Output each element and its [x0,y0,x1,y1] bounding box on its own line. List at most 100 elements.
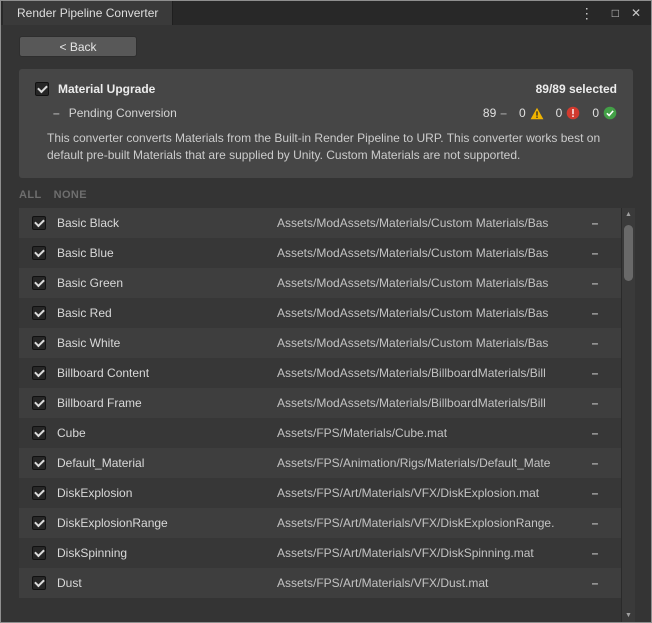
converter-title: Material Upgrade [58,82,155,96]
item-status-minus-icon: – [569,486,621,500]
item-path: Assets/ModAssets/Materials/BillboardMate… [277,396,569,410]
row-checkbox[interactable] [32,276,46,290]
scroll-down-icon[interactable]: ▼ [622,608,635,622]
render-pipeline-converter-window: Render Pipeline Converter ⋮ □ ✕ < Back M… [0,0,652,623]
menu-icon[interactable]: ⋮ [580,6,594,20]
pending-label: Pending Conversion [69,106,177,120]
warning-count-group: 0 [519,106,544,120]
warning-icon [530,107,544,120]
row-checkbox[interactable] [32,396,46,410]
row-checkbox[interactable] [32,246,46,260]
table-row[interactable]: Basic White Assets/ModAssets/Materials/C… [19,328,621,358]
item-name: Dust [57,576,277,590]
item-status-minus-icon: – [569,456,621,470]
table-row[interactable]: Basic Green Assets/ModAssets/Materials/C… [19,268,621,298]
row-checkbox[interactable] [32,516,46,530]
item-status-minus-icon: – [569,306,621,320]
table-row[interactable]: Cube Assets/FPS/Materials/Cube.mat – [19,418,621,448]
item-name: DiskSpinning [57,546,277,560]
warning-count: 0 [519,106,526,120]
back-button[interactable]: < Back [19,36,137,57]
item-status-minus-icon: – [569,576,621,590]
item-status-minus-icon: – [569,216,621,230]
table-row[interactable]: Basic Red Assets/ModAssets/Materials/Cus… [19,298,621,328]
item-status-minus-icon: – [569,276,621,290]
titlebar: Render Pipeline Converter ⋮ □ ✕ [1,1,651,25]
table-row[interactable]: Billboard Frame Assets/ModAssets/Materia… [19,388,621,418]
item-name: Basic Green [57,276,277,290]
list-region: Basic Black Assets/ModAssets/Materials/C… [19,208,635,622]
item-path: Assets/ModAssets/Materials/Custom Materi… [277,336,569,350]
table-row[interactable]: DiskExplosionRange Assets/FPS/Art/Materi… [19,508,621,538]
pending-count: 89 [483,106,496,120]
pending-count-minus-icon: – [500,106,507,120]
success-icon [603,106,617,120]
table-row[interactable]: Default_Material Assets/FPS/Animation/Ri… [19,448,621,478]
scroll-track[interactable] [622,222,635,608]
row-checkbox[interactable] [32,456,46,470]
item-status-minus-icon: – [569,546,621,560]
converter-description: This converter converts Materials from t… [35,130,617,165]
row-checkbox[interactable] [32,546,46,560]
item-path: Assets/ModAssets/Materials/Custom Materi… [277,276,569,290]
item-name: Default_Material [57,456,277,470]
converter-panel: Material Upgrade 89/89 selected – Pendin… [19,69,633,178]
select-all-button[interactable]: ALL [19,189,42,201]
item-status-minus-icon: – [569,246,621,260]
scroll-up-icon[interactable]: ▲ [622,208,635,222]
item-status-minus-icon: – [569,396,621,410]
list-header: ALL NONE [1,178,651,208]
error-count-group: 0 [556,106,581,120]
table-row[interactable]: Billboard Content Assets/ModAssets/Mater… [19,358,621,388]
item-name: Billboard Content [57,366,277,380]
item-path: Assets/FPS/Art/Materials/VFX/DiskExplosi… [277,516,569,530]
table-row[interactable]: DiskSpinning Assets/FPS/Art/Materials/VF… [19,538,621,568]
pending-minus-icon: – [53,106,60,120]
error-icon [566,106,580,120]
item-path: Assets/FPS/Art/Materials/VFX/DiskSpinnin… [277,546,569,560]
row-checkbox[interactable] [32,336,46,350]
selected-summary: 89/89 selected [536,82,617,96]
converter-header-row: Material Upgrade 89/89 selected [35,82,617,96]
item-path: Assets/ModAssets/Materials/Custom Materi… [277,306,569,320]
item-path: Assets/FPS/Materials/Cube.mat [277,426,569,440]
titlebar-controls: ⋮ □ ✕ [570,1,651,25]
item-name: Basic White [57,336,277,350]
table-row[interactable]: Dust Assets/FPS/Art/Materials/VFX/Dust.m… [19,568,621,598]
item-status-minus-icon: – [569,516,621,530]
row-checkbox[interactable] [32,306,46,320]
item-status-minus-icon: – [569,336,621,350]
maximize-icon[interactable]: □ [612,7,619,19]
row-checkbox[interactable] [32,366,46,380]
table-row[interactable]: Basic Black Assets/ModAssets/Materials/C… [19,208,621,238]
item-path: Assets/FPS/Art/Materials/VFX/DiskExplosi… [277,486,569,500]
success-count-group: 0 [592,106,617,120]
row-checkbox[interactable] [32,216,46,230]
scroll-thumb[interactable] [624,225,633,281]
window-tab[interactable]: Render Pipeline Converter [3,1,173,25]
item-name: Cube [57,426,277,440]
item-name: Billboard Frame [57,396,277,410]
table-row[interactable]: Basic Blue Assets/ModAssets/Materials/Cu… [19,238,621,268]
item-name: DiskExplosionRange [57,516,277,530]
titlebar-spacer [173,1,569,25]
vertical-scrollbar[interactable]: ▲ ▼ [621,208,635,622]
item-path: Assets/ModAssets/Materials/Custom Materi… [277,216,569,230]
item-path: Assets/ModAssets/Materials/Custom Materi… [277,246,569,260]
row-checkbox[interactable] [32,486,46,500]
pending-count-group: 89 – [483,106,507,120]
item-name: DiskExplosion [57,486,277,500]
select-none-button[interactable]: NONE [54,189,87,201]
toolbar: < Back [1,25,651,63]
row-checkbox[interactable] [32,426,46,440]
item-path: Assets/FPS/Animation/Rigs/Materials/Defa… [277,456,569,470]
close-icon[interactable]: ✕ [631,7,641,19]
item-path: Assets/FPS/Art/Materials/VFX/Dust.mat [277,576,569,590]
material-upgrade-checkbox[interactable] [35,82,49,96]
table-row[interactable]: DiskExplosion Assets/FPS/Art/Materials/V… [19,478,621,508]
item-name: Basic Red [57,306,277,320]
item-path: Assets/ModAssets/Materials/BillboardMate… [277,366,569,380]
row-checkbox[interactable] [32,576,46,590]
page-title: Render Pipeline Converter [17,6,158,20]
item-name: Basic Black [57,216,277,230]
